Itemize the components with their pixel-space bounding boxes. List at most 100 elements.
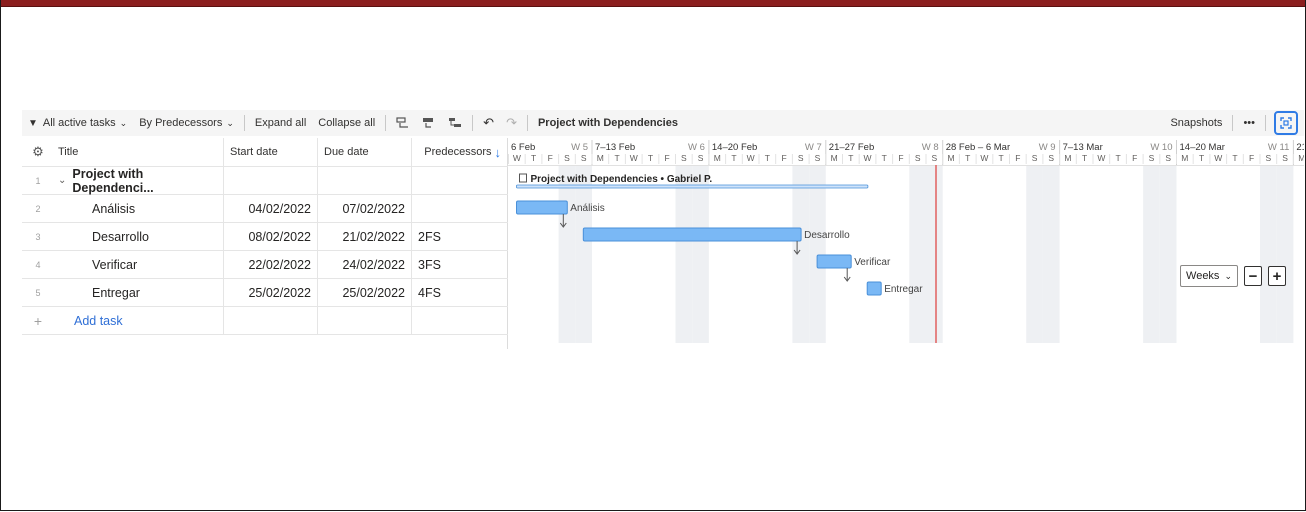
- summary-task-title[interactable]: ⌄ Project with Dependenci...: [54, 166, 224, 195]
- empty-cell: [318, 307, 412, 334]
- start-date-cell[interactable]: 04/02/2022: [224, 195, 318, 222]
- group-by-dropdown[interactable]: By Predecessors ⌄: [133, 112, 240, 134]
- settings-icon[interactable]: ⚙: [22, 144, 54, 160]
- chevron-down-icon: ⌄: [1224, 270, 1232, 281]
- day-letter: T: [1199, 153, 1204, 163]
- day-letter: M: [1298, 153, 1304, 163]
- table-row[interactable]: 4 Verificar 22/02/2022 24/02/2022 3FS: [22, 251, 508, 279]
- due-date-column-header[interactable]: Due date: [318, 138, 412, 166]
- day-letter: T: [1232, 153, 1237, 163]
- weekend-shade: [675, 165, 693, 343]
- title-column-header[interactable]: Title: [54, 138, 224, 166]
- predecessors-cell[interactable]: 3FS: [412, 251, 508, 278]
- indent-icon[interactable]: [416, 112, 442, 134]
- table-row[interactable]: 2 Análisis 04/02/2022 07/02/2022: [22, 195, 508, 223]
- weekend-shade: [909, 165, 926, 343]
- grid-header: ⚙ Title Start date Due date Predecessors…: [22, 138, 508, 167]
- start-date-cell[interactable]: 08/02/2022: [224, 223, 318, 250]
- chevron-down-icon: ⌄: [119, 117, 128, 128]
- due-date-cell[interactable]: [318, 167, 412, 194]
- task-title[interactable]: Verificar: [54, 251, 224, 278]
- day-letter: S: [815, 153, 821, 163]
- day-letter: S: [932, 153, 938, 163]
- start-date-cell[interactable]: 25/02/2022: [224, 279, 318, 306]
- divider: [472, 115, 474, 131]
- day-letter: S: [564, 153, 570, 163]
- task-title: Project with Dependenci...: [72, 166, 154, 195]
- snapshots-button[interactable]: Snapshots: [1164, 112, 1228, 134]
- predecessors-cell[interactable]: 2FS: [412, 223, 508, 250]
- add-icon[interactable]: +: [22, 313, 54, 329]
- week-number: W 5: [571, 142, 588, 153]
- week-label: 7–13 Mar: [1063, 142, 1103, 153]
- link-tasks-icon[interactable]: [442, 112, 468, 134]
- day-letter: S: [581, 153, 587, 163]
- week-number: W 9: [1039, 142, 1056, 153]
- zoom-unit-dropdown[interactable]: Weeks ⌄: [1180, 265, 1238, 287]
- day-letter: T: [999, 153, 1004, 163]
- day-letter: T: [965, 153, 970, 163]
- due-date-cell[interactable]: 24/02/2022: [318, 251, 412, 278]
- divider: [526, 115, 528, 131]
- table-row[interactable]: 3 Desarrollo 08/02/2022 21/02/2022 2FS: [22, 223, 508, 251]
- day-letter: W: [513, 153, 521, 163]
- week-number: W 11: [1268, 142, 1289, 153]
- week-number: W 6: [688, 142, 705, 153]
- add-task-button[interactable]: Add task: [54, 307, 224, 334]
- predecessors-cell[interactable]: [412, 195, 508, 222]
- sort-descending-icon: ↓: [494, 144, 502, 160]
- task-title[interactable]: Desarrollo: [54, 223, 224, 250]
- week-label: 6 Feb: [511, 142, 535, 153]
- expand-all-button[interactable]: Expand all: [249, 112, 312, 134]
- start-date-cell[interactable]: [224, 167, 318, 194]
- due-date-cell[interactable]: 07/02/2022: [318, 195, 412, 222]
- task-title[interactable]: Análisis: [54, 195, 224, 222]
- collapse-all-button[interactable]: Collapse all: [312, 112, 381, 134]
- zoom-in-button[interactable]: +: [1268, 266, 1286, 286]
- day-letter: M: [948, 153, 955, 163]
- day-letter: F: [781, 153, 786, 163]
- more-options-icon[interactable]: •••: [1237, 112, 1261, 134]
- day-letter: S: [1165, 153, 1171, 163]
- table-row[interactable]: 1 ⌄ Project with Dependenci...: [22, 167, 508, 195]
- chevron-down-icon[interactable]: ⌄: [58, 175, 66, 186]
- day-letter: T: [1082, 153, 1087, 163]
- add-task-row[interactable]: + Add task: [22, 307, 508, 335]
- day-letter: M: [714, 153, 721, 163]
- divider: [243, 115, 245, 131]
- weekend-shade: [692, 165, 709, 343]
- day-letter: S: [1048, 153, 1054, 163]
- filter-icon: ▼: [28, 117, 38, 129]
- predecessors-cell[interactable]: [412, 167, 508, 194]
- predecessors-column-header[interactable]: Predecessors ↓: [412, 138, 508, 166]
- day-letter: F: [548, 153, 553, 163]
- week-number: W 10: [1150, 142, 1172, 153]
- day-letter: F: [1015, 153, 1020, 163]
- day-letter: W: [1097, 153, 1105, 163]
- due-date-cell[interactable]: 25/02/2022: [318, 279, 412, 306]
- table-row[interactable]: 5 Entregar 25/02/2022 25/02/2022 4FS: [22, 279, 508, 307]
- week-number: W 8: [922, 142, 939, 153]
- day-letter: W: [864, 153, 872, 163]
- focus-mode-icon[interactable]: [1274, 111, 1298, 135]
- filter-dropdown[interactable]: ▼ All active tasks ⌄: [22, 112, 133, 134]
- task-title[interactable]: Entregar: [54, 279, 224, 306]
- start-date-column-header[interactable]: Start date: [224, 138, 318, 166]
- predecessors-cell[interactable]: 4FS: [412, 279, 508, 306]
- predecessors-header-label: Predecessors: [424, 146, 492, 158]
- redo-icon[interactable]: ↷: [500, 112, 523, 134]
- day-letter: F: [1132, 153, 1137, 163]
- task-bar: [582, 227, 802, 242]
- day-letter: S: [798, 153, 804, 163]
- weekend-shade: [558, 165, 576, 343]
- weekend-shade: [792, 165, 810, 343]
- start-date-cell[interactable]: 22/02/2022: [224, 251, 318, 278]
- outdent-icon[interactable]: [390, 112, 416, 134]
- due-date-cell[interactable]: 21/02/2022: [318, 223, 412, 250]
- empty-cell: [224, 307, 318, 334]
- row-number: 4: [35, 259, 41, 270]
- day-letter: M: [831, 153, 838, 163]
- day-letter: S: [915, 153, 921, 163]
- zoom-out-button[interactable]: −: [1244, 266, 1262, 286]
- undo-icon[interactable]: ↶: [477, 112, 500, 134]
